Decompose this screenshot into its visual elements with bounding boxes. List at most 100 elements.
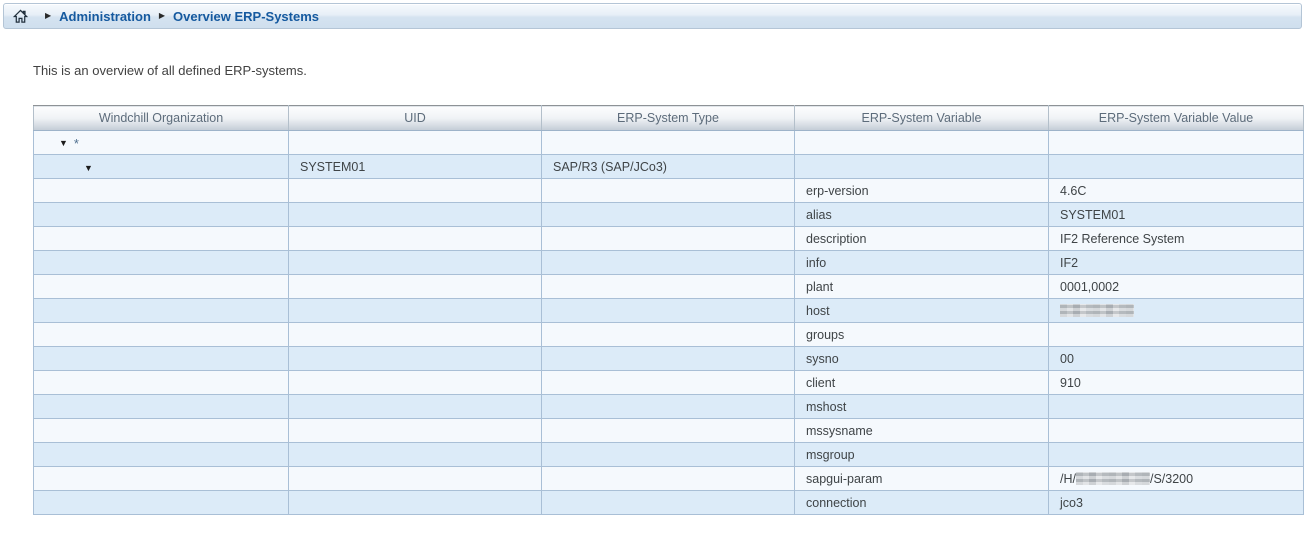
table-row[interactable]: sapgui-param/H//S/3200 bbox=[34, 467, 1304, 491]
org-cell bbox=[34, 491, 289, 515]
breadcrumb: ▶ Administration ▶ Overview ERP-Systems bbox=[3, 3, 1302, 29]
uid-cell bbox=[289, 323, 542, 347]
erp-table-body: ▼*▼SYSTEM01SAP/R3 (SAP/JCo3)erp-version4… bbox=[34, 131, 1304, 515]
value-cell bbox=[1049, 395, 1304, 419]
org-cell bbox=[34, 467, 289, 491]
erp-type-cell bbox=[542, 299, 795, 323]
org-cell bbox=[34, 395, 289, 419]
table-row[interactable]: sysno00 bbox=[34, 347, 1304, 371]
erp-type-cell bbox=[542, 395, 795, 419]
table-row[interactable]: descriptionIF2 Reference System bbox=[34, 227, 1304, 251]
uid-cell bbox=[289, 347, 542, 371]
table-row[interactable]: ▼* bbox=[34, 131, 1304, 155]
variable-cell: sapgui-param bbox=[795, 467, 1049, 491]
intro-text: This is an overview of all defined ERP-s… bbox=[33, 63, 307, 78]
header-erp-system-variable-value: ERP-System Variable Value bbox=[1049, 106, 1304, 131]
org-cell bbox=[34, 179, 289, 203]
redacted-value bbox=[1076, 472, 1150, 485]
table-row[interactable]: msgroup bbox=[34, 443, 1304, 467]
erp-type-cell bbox=[542, 227, 795, 251]
value-cell: 0001,0002 bbox=[1049, 275, 1304, 299]
erp-type-cell bbox=[542, 347, 795, 371]
home-icon[interactable] bbox=[13, 9, 28, 24]
table-row[interactable]: erp-version4.6C bbox=[34, 179, 1304, 203]
erp-type-cell: SAP/R3 (SAP/JCo3) bbox=[542, 155, 795, 179]
erp-type-cell bbox=[542, 467, 795, 491]
uid-cell bbox=[289, 179, 542, 203]
variable-cell: mshost bbox=[795, 395, 1049, 419]
value-cell bbox=[1049, 443, 1304, 467]
variable-cell bbox=[795, 155, 1049, 179]
erp-type-cell bbox=[542, 179, 795, 203]
erp-type-cell bbox=[542, 131, 795, 155]
uid-cell bbox=[289, 491, 542, 515]
uid-cell: SYSTEM01 bbox=[289, 155, 542, 179]
value-cell: 00 bbox=[1049, 347, 1304, 371]
table-row[interactable]: client910 bbox=[34, 371, 1304, 395]
uid-cell bbox=[289, 419, 542, 443]
table-row[interactable]: groups bbox=[34, 323, 1304, 347]
breadcrumb-link-overview-erp-systems[interactable]: Overview ERP-Systems bbox=[173, 9, 319, 24]
value-cell: SYSTEM01 bbox=[1049, 203, 1304, 227]
value-cell bbox=[1049, 323, 1304, 347]
header-erp-system-type: ERP-System Type bbox=[542, 106, 795, 131]
org-cell bbox=[34, 203, 289, 227]
table-row[interactable]: mshost bbox=[34, 395, 1304, 419]
org-label: * bbox=[74, 137, 79, 150]
table-row[interactable]: mssysname bbox=[34, 419, 1304, 443]
value-cell: 4.6C bbox=[1049, 179, 1304, 203]
value-cell: jco3 bbox=[1049, 491, 1304, 515]
value-cell bbox=[1049, 155, 1304, 179]
uid-cell bbox=[289, 251, 542, 275]
org-cell: ▼ bbox=[34, 155, 289, 179]
value-cell: /H//S/3200 bbox=[1049, 467, 1304, 491]
variable-cell: info bbox=[795, 251, 1049, 275]
erp-type-cell bbox=[542, 491, 795, 515]
variable-cell: msgroup bbox=[795, 443, 1049, 467]
uid-cell bbox=[289, 467, 542, 491]
org-cell bbox=[34, 443, 289, 467]
table-row[interactable]: plant0001,0002 bbox=[34, 275, 1304, 299]
table-row[interactable]: host bbox=[34, 299, 1304, 323]
org-cell bbox=[34, 251, 289, 275]
redacted-value bbox=[1060, 304, 1134, 317]
org-cell bbox=[34, 299, 289, 323]
variable-cell: alias bbox=[795, 203, 1049, 227]
header-erp-system-variable: ERP-System Variable bbox=[795, 106, 1049, 131]
variable-cell: description bbox=[795, 227, 1049, 251]
value-cell bbox=[1049, 419, 1304, 443]
uid-cell bbox=[289, 275, 542, 299]
erp-type-cell bbox=[542, 203, 795, 227]
org-cell bbox=[34, 227, 289, 251]
uid-cell bbox=[289, 371, 542, 395]
value-cell: 910 bbox=[1049, 371, 1304, 395]
org-cell bbox=[34, 323, 289, 347]
org-cell bbox=[34, 371, 289, 395]
org-cell bbox=[34, 275, 289, 299]
breadcrumb-link-administration[interactable]: Administration bbox=[59, 9, 151, 24]
table-row[interactable]: ▼ SYSTEM01SAP/R3 (SAP/JCo3) bbox=[34, 155, 1304, 179]
value-cell bbox=[1049, 131, 1304, 155]
uid-cell bbox=[289, 299, 542, 323]
collapse-arrow-icon[interactable]: ▼ bbox=[59, 139, 68, 148]
uid-cell bbox=[289, 443, 542, 467]
erp-type-cell bbox=[542, 443, 795, 467]
table-row[interactable]: connectionjco3 bbox=[34, 491, 1304, 515]
variable-cell: sysno bbox=[795, 347, 1049, 371]
uid-cell bbox=[289, 227, 542, 251]
erp-type-cell bbox=[542, 371, 795, 395]
variable-cell: connection bbox=[795, 491, 1049, 515]
chevron-right-icon: ▶ bbox=[159, 12, 165, 20]
variable-cell: mssysname bbox=[795, 419, 1049, 443]
org-cell bbox=[34, 347, 289, 371]
variable-cell: plant bbox=[795, 275, 1049, 299]
table-row[interactable]: infoIF2 bbox=[34, 251, 1304, 275]
erp-type-cell bbox=[542, 251, 795, 275]
uid-cell bbox=[289, 203, 542, 227]
collapse-arrow-icon[interactable]: ▼ bbox=[84, 164, 93, 173]
org-cell bbox=[34, 419, 289, 443]
variable-cell: client bbox=[795, 371, 1049, 395]
table-row[interactable]: aliasSYSTEM01 bbox=[34, 203, 1304, 227]
value-cell bbox=[1049, 299, 1304, 323]
uid-cell bbox=[289, 131, 542, 155]
